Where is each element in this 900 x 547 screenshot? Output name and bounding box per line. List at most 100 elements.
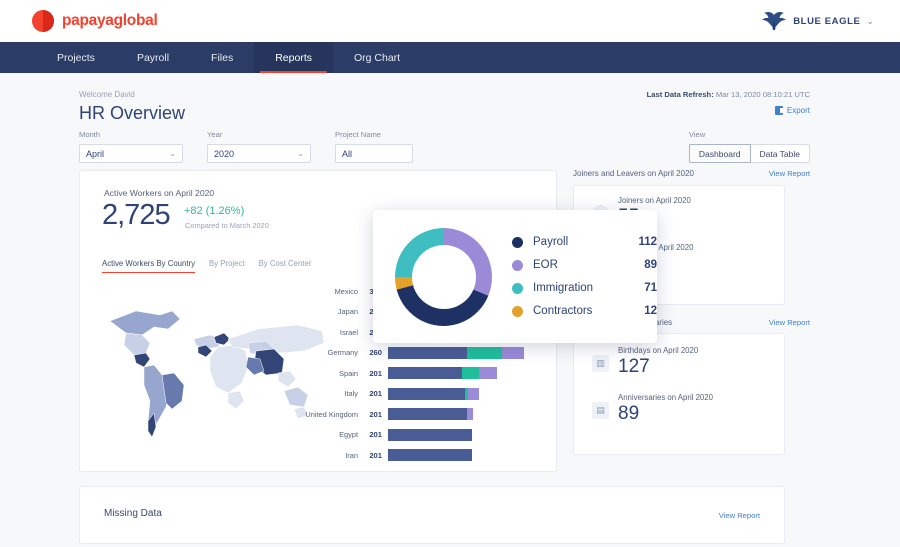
export-button[interactable]: Export <box>774 106 810 115</box>
bar-segment-payroll <box>388 367 463 380</box>
legend-row[interactable]: EOR 89 <box>512 254 657 277</box>
nav-label: Projects <box>57 51 95 64</box>
month-filter: Month April ⌄ <box>79 130 183 163</box>
active-workers-value: 2,725 <box>102 199 171 231</box>
bar-segment-eor <box>468 387 480 400</box>
bar-country-label: Germany <box>327 348 358 358</box>
bar-segment-immigration <box>467 346 502 359</box>
legend-label: Payroll <box>533 236 569 248</box>
view-btn-dashboard[interactable]: Dashboard <box>688 144 751 163</box>
legend-dot-icon <box>512 282 523 294</box>
bar-segment-payroll <box>388 449 472 462</box>
top-bar: papayaglobal BLUE EAGLE ⌄ <box>0 0 900 42</box>
year-label: Year <box>207 130 223 139</box>
project-select[interactable]: All <box>335 144 413 163</box>
bar-segment-payroll <box>388 408 467 421</box>
bar-track <box>388 367 540 380</box>
bar-row[interactable]: Egypt 201 <box>290 425 540 446</box>
chevron-down-icon[interactable]: ⌄ <box>169 149 176 158</box>
missing-data-card: Missing Data View Report <box>79 486 785 544</box>
last-data-refresh: Last Data Refresh: Mar 13, 2020 08:10:21… <box>647 90 810 99</box>
nav-item-org-chart[interactable]: Org Chart <box>333 42 421 73</box>
tab-by-project[interactable]: By Project <box>209 259 245 273</box>
month-value: April <box>86 148 105 159</box>
bar-segment-eor <box>479 367 497 380</box>
bar-total-value: 260 <box>369 348 382 358</box>
bar-track <box>388 408 540 421</box>
legend-label: Immigration <box>533 282 594 294</box>
active-workers-compare: Compared to March 2020 <box>185 221 269 230</box>
birthdays-metric: ▥ Birthdays on April 2020 127 <box>592 346 698 378</box>
account-menu[interactable]: BLUE EAGLE ⌄ <box>761 0 874 42</box>
chevron-down-icon[interactable]: ⌄ <box>866 16 874 27</box>
active-workers-delta: +82 (1.26%) <box>184 205 245 217</box>
bar-country-label: Israel <box>339 327 358 337</box>
bar-row[interactable]: Spain 201 <box>290 363 540 384</box>
bar-track <box>388 346 540 359</box>
account-name: BLUE EAGLE <box>793 15 861 27</box>
brand-logo[interactable]: papayaglobal <box>32 10 158 32</box>
project-label: Project Name <box>335 130 382 139</box>
project-filter: Project Name All <box>335 130 413 163</box>
view-label: View <box>688 130 706 139</box>
chevron-down-icon[interactable]: ⌄ <box>297 149 304 158</box>
nav-label: Files <box>211 51 234 64</box>
legend-row[interactable]: Payroll 112 <box>512 231 657 254</box>
legend-dot-icon <box>512 259 523 271</box>
tab-by-cost-center[interactable]: By Cost Center <box>259 259 312 273</box>
month-select[interactable]: April ⌄ <box>79 144 183 163</box>
legend-value: 112 <box>638 236 657 248</box>
nav-label: Org Chart <box>353 51 401 64</box>
bar-row[interactable]: Germany 260 <box>290 343 540 364</box>
bar-row[interactable]: Iran 201 <box>290 445 540 466</box>
service-type-tooltip: Payroll 112 EOR 89 Immigration 71 Contractors 1… <box>373 210 657 343</box>
project-value: All <box>342 148 353 159</box>
page-title: HR Overview <box>79 103 186 123</box>
bar-track <box>388 428 540 441</box>
bar-row[interactable]: United Kingdom 201 <box>290 404 540 425</box>
legend-label: Contractors <box>533 305 593 317</box>
missing-data-view-report[interactable]: View Report <box>719 511 760 520</box>
legend-row[interactable]: Contractors 12 <box>512 300 657 323</box>
hr-overview-dashboard: papayaglobal BLUE EAGLE ⌄ Projects Payro… <box>0 0 900 547</box>
bar-segment-immigration <box>462 367 480 380</box>
bar-country-label: Egypt <box>339 430 358 440</box>
month-label: Month <box>79 130 101 139</box>
nav-item-reports[interactable]: Reports <box>254 42 333 73</box>
bar-country-label: Mexico <box>334 286 358 296</box>
refresh-value: Mar 13, 2020 08:10:21 UTC <box>715 90 810 99</box>
nav-item-payroll[interactable]: Payroll <box>116 42 190 73</box>
active-workers-label: Active Workers on April 2020 <box>104 188 215 198</box>
brand-name: papayaglobal <box>62 12 158 29</box>
legend-value: 12 <box>644 305 657 317</box>
tab-by-country[interactable]: Active Workers By Country <box>102 259 196 273</box>
donut-chart <box>395 227 492 326</box>
nav-label: Payroll <box>136 51 170 64</box>
view-btn-data-table[interactable]: Data Table <box>750 144 810 163</box>
bar-track <box>388 387 540 400</box>
bar-total-value: 201 <box>369 409 382 419</box>
calendar-icon: ▤ <box>592 402 609 419</box>
active-workers-tabs: Active Workers By Country By Project By … <box>102 259 311 273</box>
birthdays-view-report[interactable]: View Report <box>769 318 810 327</box>
bar-segment-payroll <box>388 346 467 359</box>
eagle-icon <box>762 11 787 31</box>
bar-row[interactable]: Italy 201 <box>290 384 540 405</box>
legend-label: EOR <box>533 259 558 271</box>
anniversaries-metric: ▤ Anniversaries on April 2020 89 <box>592 393 713 425</box>
joiners-label: Joiners on April 2020 <box>618 196 691 205</box>
missing-data-title: Missing Data <box>104 508 162 519</box>
nav-item-files[interactable]: Files <box>190 42 254 73</box>
bar-segment-payroll <box>388 428 472 441</box>
birthdays-value: 127 <box>618 356 650 377</box>
welcome-text: Welcome David <box>79 90 135 99</box>
nav-item-projects[interactable]: Projects <box>36 42 116 73</box>
year-select[interactable]: 2020 ⌄ <box>207 144 311 163</box>
bar-country-label: United Kingdom <box>305 409 358 419</box>
joiners-view-report[interactable]: View Report <box>769 169 810 178</box>
birthdays-label: Birthdays on April 2020 <box>618 346 699 355</box>
anniversaries-value: 89 <box>618 403 640 424</box>
bar-segment-eor <box>467 408 473 421</box>
nav-label: Reports <box>275 51 312 64</box>
legend-row[interactable]: Immigration 71 <box>512 277 657 300</box>
